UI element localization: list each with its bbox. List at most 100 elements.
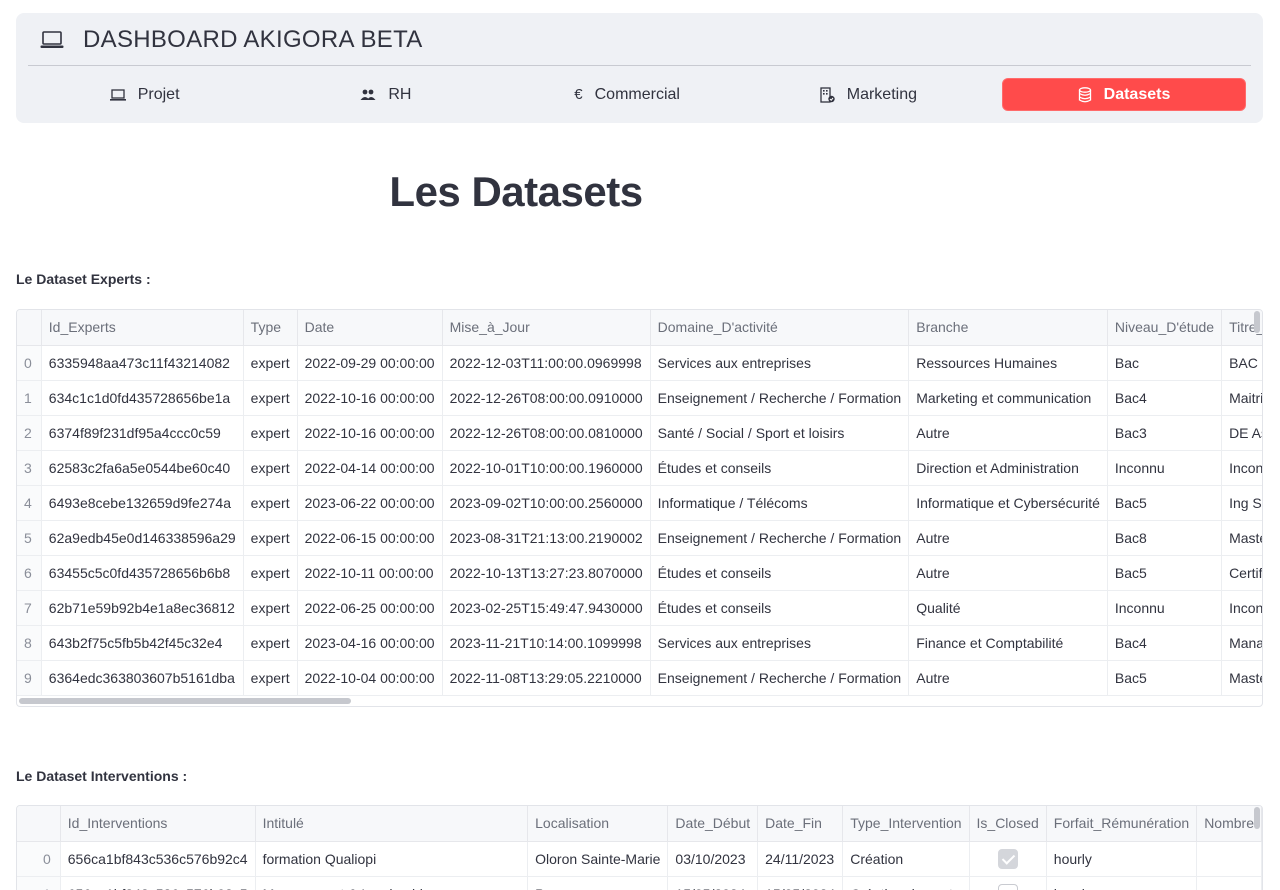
table-cell[interactable]: Autre: [908, 555, 1108, 591]
column-header[interactable]: Mise_à_Jour: [442, 310, 651, 346]
column-header[interactable]: Type_Intervention: [842, 806, 970, 842]
table-cell[interactable]: 6374f89f231df95a4ccc0c59: [41, 415, 244, 451]
table-cell[interactable]: [969, 841, 1047, 877]
column-header[interactable]: Forfait_Rémunération: [1046, 806, 1198, 842]
table-cell[interactable]: Inconnu: [1221, 450, 1262, 486]
column-header[interactable]: Branche: [908, 310, 1108, 346]
table-cell[interactable]: Certificat d'a: [1221, 555, 1262, 591]
table-cell[interactable]: 2023-08-31T21:13:00.2190002: [442, 520, 651, 556]
table-cell[interactable]: Inconnu: [1107, 450, 1223, 486]
table-cell[interactable]: 2023-04-16 00:00:00: [297, 625, 443, 661]
table-row[interactable]: 3 62583c2fa6a5e0544be60c40 expert 2022-04-1…: [17, 450, 1262, 486]
table-cell[interactable]: 6364edc363803607b5161dba: [41, 660, 244, 696]
table-cell[interactable]: Inconnu: [1107, 590, 1223, 626]
table-cell[interactable]: Enseignement / Recherche / Formation: [650, 520, 910, 556]
row-index[interactable]: 0: [17, 841, 61, 877]
row-index[interactable]: 1: [17, 876, 61, 890]
table-cell[interactable]: Bac3: [1107, 415, 1223, 451]
table-cell[interactable]: 62b71e59b92b4e1a8ec36812: [41, 590, 244, 626]
table-cell[interactable]: Santé / Social / Sport et loisirs: [650, 415, 910, 451]
table-cell[interactable]: Management & Leadership: [255, 876, 529, 890]
table-cell[interactable]: Direction et Administration: [908, 450, 1108, 486]
table-cell[interactable]: [969, 876, 1047, 890]
table-cell[interactable]: 2022-09-29 00:00:00: [297, 345, 443, 381]
table-cell[interactable]: 15/05/2024: [757, 876, 844, 890]
table-cell[interactable]: [1196, 841, 1262, 877]
table-cell[interactable]: expert: [243, 520, 298, 556]
table-cell[interactable]: Pau: [527, 876, 669, 890]
table-cell[interactable]: 2022-04-14 00:00:00: [297, 450, 443, 486]
table-cell[interactable]: Services aux entreprises: [650, 345, 910, 381]
table-cell[interactable]: 03/10/2023: [667, 841, 759, 877]
table-cell[interactable]: Ressources Humaines: [908, 345, 1108, 381]
table-cell[interactable]: 2023-11-21T10:14:00.1099998: [442, 625, 651, 661]
tab-datasets[interactable]: Datasets: [1002, 78, 1246, 111]
table-cell[interactable]: hourly: [1046, 876, 1198, 890]
table-row[interactable]: 0 656ca1bf843c536c576b92c4 formation Quali…: [17, 841, 1262, 877]
column-header[interactable]: Id_Interventions: [60, 806, 256, 842]
column-header[interactable]: Type: [243, 310, 298, 346]
experts-table[interactable]: Id_Experts Type Date Mise_à_Jour Domaine_D'a…: [16, 309, 1263, 707]
row-index[interactable]: 6: [17, 555, 42, 591]
column-header[interactable]: Id_Experts: [41, 310, 244, 346]
table-row[interactable]: 4 6493e8cebe132659d9fe274a expert 2023-06-2…: [17, 485, 1262, 521]
table-cell[interactable]: 6493e8cebe132659d9fe274a: [41, 485, 244, 521]
table-cell[interactable]: Bac5: [1107, 660, 1223, 696]
table-cell[interactable]: Bac5: [1107, 555, 1223, 591]
table-cell[interactable]: 643b2f75c5fb5b42f45c32e4: [41, 625, 244, 661]
table-cell[interactable]: 63455c5c0fd435728656b6b8: [41, 555, 244, 591]
table-cell[interactable]: 2022-10-16 00:00:00: [297, 380, 443, 416]
table-cell[interactable]: 2022-10-01T10:00:00.1960000: [442, 450, 651, 486]
table-cell[interactable]: Master II en: [1221, 520, 1262, 556]
table-cell[interactable]: Managemer: [1221, 625, 1262, 661]
table-cell[interactable]: 2022-06-15 00:00:00: [297, 520, 443, 556]
column-header[interactable]: Nombre: [1196, 806, 1262, 842]
table-row[interactable]: 5 62a9edb45e0d146338596a29 expert 2022-06-1…: [17, 520, 1262, 556]
table-cell[interactable]: 62583c2fa6a5e0544be60c40: [41, 450, 244, 486]
column-header[interactable]: Domaine_D'activité: [650, 310, 910, 346]
table-cell[interactable]: 2022-10-11 00:00:00: [297, 555, 443, 591]
table-cell[interactable]: 2023-06-22 00:00:00: [297, 485, 443, 521]
table-cell[interactable]: 2022-11-08T13:29:05.2210000: [442, 660, 651, 696]
row-index[interactable]: 2: [17, 415, 42, 451]
table-cell[interactable]: 2022-12-26T08:00:00.0910000: [442, 380, 651, 416]
row-index[interactable]: 7: [17, 590, 42, 626]
table-cell[interactable]: 6335948aa473c11f43214082: [41, 345, 244, 381]
table-cell[interactable]: Autre: [908, 520, 1108, 556]
table-cell[interactable]: 656ca1bf843c536c576b92c5: [60, 876, 256, 890]
table-cell[interactable]: 2023-02-25T15:49:47.9430000: [442, 590, 651, 626]
table-cell[interactable]: Bac4: [1107, 625, 1223, 661]
is-closed-checkbox[interactable]: [997, 883, 1018, 890]
row-index[interactable]: 5: [17, 520, 42, 556]
vertical-scrollbar[interactable]: [1253, 311, 1261, 351]
table-cell[interactable]: DE Assistant: [1221, 415, 1262, 451]
table-cell[interactable]: 62a9edb45e0d146338596a29: [41, 520, 244, 556]
table-cell[interactable]: Oloron Sainte-Marie: [527, 841, 669, 877]
table-cell[interactable]: Marketing et communication: [908, 380, 1108, 416]
table-cell[interactable]: 24/11/2023: [757, 841, 844, 877]
table-row[interactable]: 1656ca1bf843c536c576b92c5Management & Le…: [17, 876, 1262, 890]
table-cell[interactable]: Services aux entreprises: [650, 625, 910, 661]
interventions-table[interactable]: Id_Interventions Intitulé Localisation Date…: [16, 805, 1263, 890]
table-cell[interactable]: Création de cont: [842, 876, 970, 890]
table-cell[interactable]: 2022-12-03T11:00:00.0969998: [442, 345, 651, 381]
column-header[interactable]: Date_Début: [667, 806, 759, 842]
column-header[interactable]: Is_Closed: [969, 806, 1047, 842]
table-row[interactable]: 8 643b2f75c5fb5b42f45c32e4 expert 2023-04-1…: [17, 625, 1262, 661]
table-cell[interactable]: expert: [243, 450, 298, 486]
table-cell[interactable]: [1196, 876, 1262, 890]
table-cell[interactable]: 2022-10-16 00:00:00: [297, 415, 443, 451]
row-index[interactable]: 3: [17, 450, 42, 486]
column-header[interactable]: Intitulé: [255, 806, 529, 842]
table-row[interactable]: 0 6335948aa473c11f43214082 expert 2022-09-2…: [17, 345, 1262, 381]
table-cell[interactable]: Maitrise de l: [1221, 380, 1262, 416]
table-cell[interactable]: 2022-10-04 00:00:00: [297, 660, 443, 696]
table-cell[interactable]: Informatique et Cybersécurité: [908, 485, 1108, 521]
table-cell[interactable]: formation Qualiopi: [255, 841, 529, 877]
table-cell[interactable]: 2023-09-02T10:00:00.2560000: [442, 485, 651, 521]
table-cell[interactable]: expert: [243, 625, 298, 661]
table-cell[interactable]: Qualité: [908, 590, 1108, 626]
column-header[interactable]: Date: [297, 310, 443, 346]
row-index[interactable]: 8: [17, 625, 42, 661]
row-index[interactable]: 1: [17, 380, 42, 416]
